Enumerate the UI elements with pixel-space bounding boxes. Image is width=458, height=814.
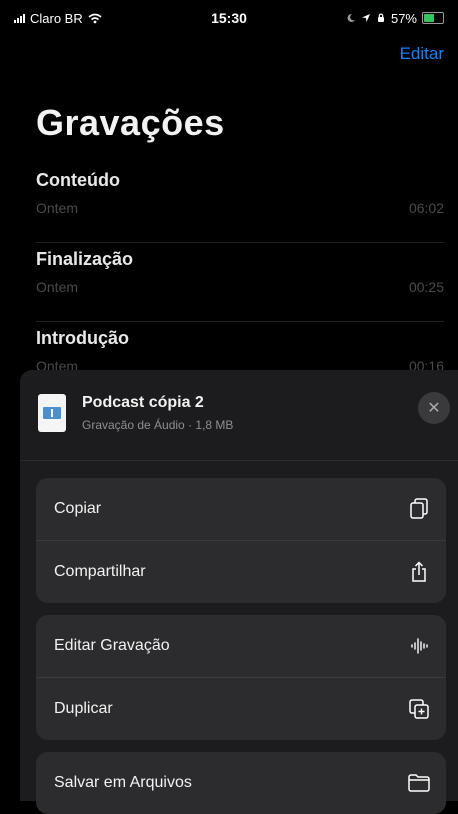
page-title: Gravações xyxy=(36,102,225,143)
edit-recording-action[interactable]: Editar Gravação xyxy=(36,615,446,677)
recording-date: Ontem xyxy=(36,200,79,216)
recording-duration: 00:25 xyxy=(408,279,444,295)
copy-icon xyxy=(408,498,430,520)
file-meta: Gravação de Áudio · 1,8 MB xyxy=(82,418,234,432)
recording-name: Introdução xyxy=(36,328,129,348)
battery-icon xyxy=(422,12,444,24)
recording-row[interactable]: Finalização Ontem 00:25 xyxy=(36,243,444,322)
action-label: Copiar xyxy=(54,500,102,517)
close-button[interactable]: ✕ xyxy=(418,392,450,424)
recording-row[interactable]: Conteúdo Ontem 06:02 xyxy=(36,164,444,243)
edit-button[interactable]: Editar xyxy=(400,44,444,64)
share-icon xyxy=(408,561,430,583)
close-icon: ✕ xyxy=(427,400,441,417)
audio-file-icon xyxy=(38,394,66,432)
save-to-files-action[interactable]: Salvar em Arquivos xyxy=(36,752,446,814)
recordings-list: Conteúdo Ontem 06:02 Finalização Ontem 0… xyxy=(36,164,444,401)
signal-icon xyxy=(14,13,25,23)
orientation-lock-icon xyxy=(377,13,384,22)
action-label: Editar Gravação xyxy=(54,637,170,654)
share-sheet: Podcast cópia 2 Gravação de Áudio · 1,8 … xyxy=(20,370,458,814)
recording-name: Conteúdo xyxy=(36,170,120,190)
wifi-icon xyxy=(88,13,102,23)
copy-action[interactable]: Copiar xyxy=(36,478,446,540)
battery-fill xyxy=(424,14,435,22)
location-icon xyxy=(361,14,370,22)
recording-date: Ontem xyxy=(36,279,79,295)
recording-name: Finalização xyxy=(36,249,134,269)
action-group-1: Copiar Compartilhar xyxy=(36,478,446,603)
status-bar: Claro BR 15:30 57% xyxy=(0,0,458,36)
share-sheet-header: Podcast cópia 2 Gravação de Áudio · 1,8 … xyxy=(20,370,458,461)
action-label: Salvar em Arquivos xyxy=(54,774,192,791)
status-left: Claro BR xyxy=(14,11,102,26)
moon-icon xyxy=(347,13,355,22)
recording-duration: 06:02 xyxy=(408,200,444,216)
folder-icon xyxy=(408,772,430,794)
action-label: Duplicar xyxy=(54,700,113,717)
file-name: Podcast cópia 2 xyxy=(82,394,204,411)
action-group-3: Salvar em Arquivos xyxy=(36,752,446,814)
carrier-label: Claro BR xyxy=(30,10,83,26)
battery-percent: 57% xyxy=(390,10,417,26)
share-action[interactable]: Compartilhar xyxy=(36,540,446,603)
action-label: Compartilhar xyxy=(54,563,146,580)
duplicate-action[interactable]: Duplicar xyxy=(36,677,446,740)
duplicate-icon xyxy=(408,698,430,720)
waveform-icon xyxy=(408,635,430,657)
status-right: 57% xyxy=(346,11,444,26)
action-group-2: Editar Gravação Duplicar xyxy=(36,615,446,740)
